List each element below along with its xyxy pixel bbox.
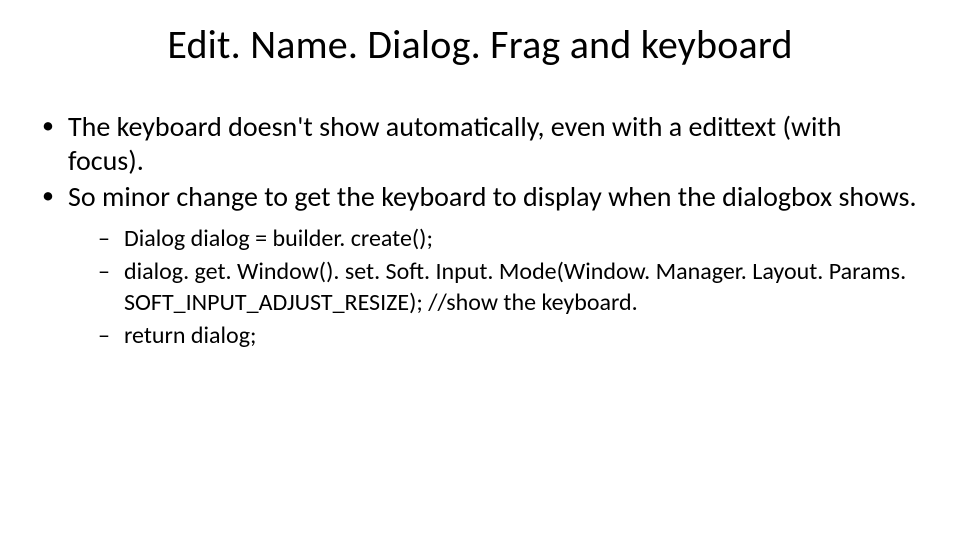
bullet-list: The keyboard doesn't show automatically,… bbox=[36, 110, 920, 351]
bullet-item: So minor change to get the keyboard to d… bbox=[36, 180, 920, 351]
bullet-text: So minor change to get the keyboard to d… bbox=[68, 179, 917, 214]
sub-bullet-item: dialog. get. Window(). set. Soft. Input.… bbox=[98, 257, 920, 318]
sub-bullet-item: Dialog dialog = builder. create(); bbox=[98, 224, 920, 255]
slide: Edit. Name. Dialog. Frag and keyboard Th… bbox=[0, 0, 960, 540]
bullet-item: The keyboard doesn't show automatically,… bbox=[36, 110, 920, 178]
sub-bullet-list: Dialog dialog = builder. create(); dialo… bbox=[68, 224, 920, 351]
sub-bullet-item: return dialog; bbox=[98, 321, 920, 352]
slide-body: The keyboard doesn't show automatically,… bbox=[36, 110, 920, 353]
slide-title: Edit. Name. Dialog. Frag and keyboard bbox=[0, 20, 960, 69]
